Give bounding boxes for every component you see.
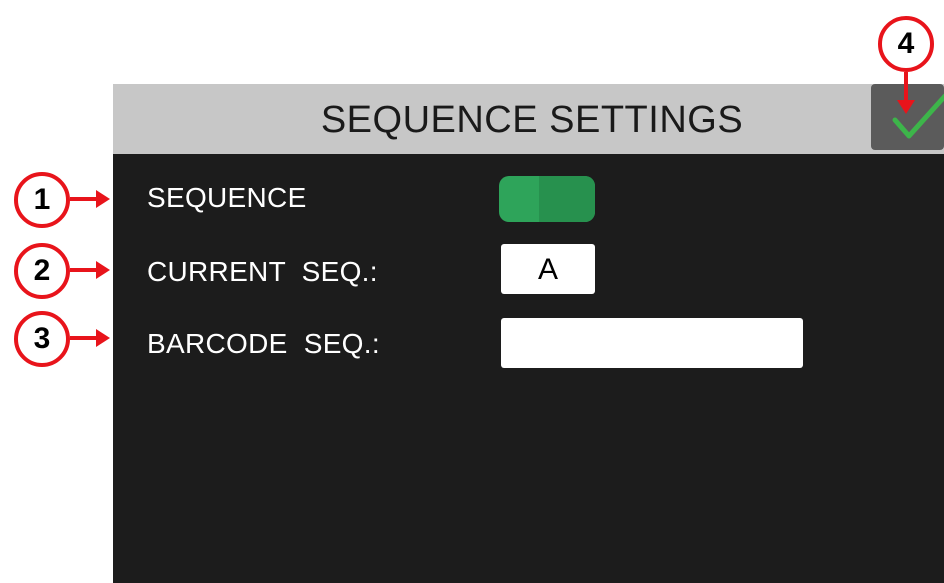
callout-1: 1 [14,172,70,228]
barcode-seq-label: BARCODE SEQ.: [147,328,380,359]
barcode-seq-field[interactable] [501,318,803,368]
sequence-label: SEQUENCE [147,182,307,213]
current-seq-field[interactable]: A [501,244,595,294]
current-seq-label: CURRENT SEQ.: [147,256,378,287]
callout-3: 3 [14,311,70,367]
callout-arrow-3 [70,329,110,347]
callout-4: 4 [878,16,934,72]
callout-arrow-2 [70,261,110,279]
callout-arrow-4 [897,72,915,114]
screen-title: SEQUENCE SETTINGS [320,99,744,141]
callout-2: 2 [14,243,70,299]
toggle-knob [539,176,595,222]
sequence-toggle[interactable] [499,176,595,222]
callout-arrow-1 [70,190,110,208]
title-bar: SEQUENCE SETTINGS [113,84,944,154]
settings-screen: SEQUENCE SETTINGS SEQUENCE CURRENT SEQ.:… [113,84,944,583]
